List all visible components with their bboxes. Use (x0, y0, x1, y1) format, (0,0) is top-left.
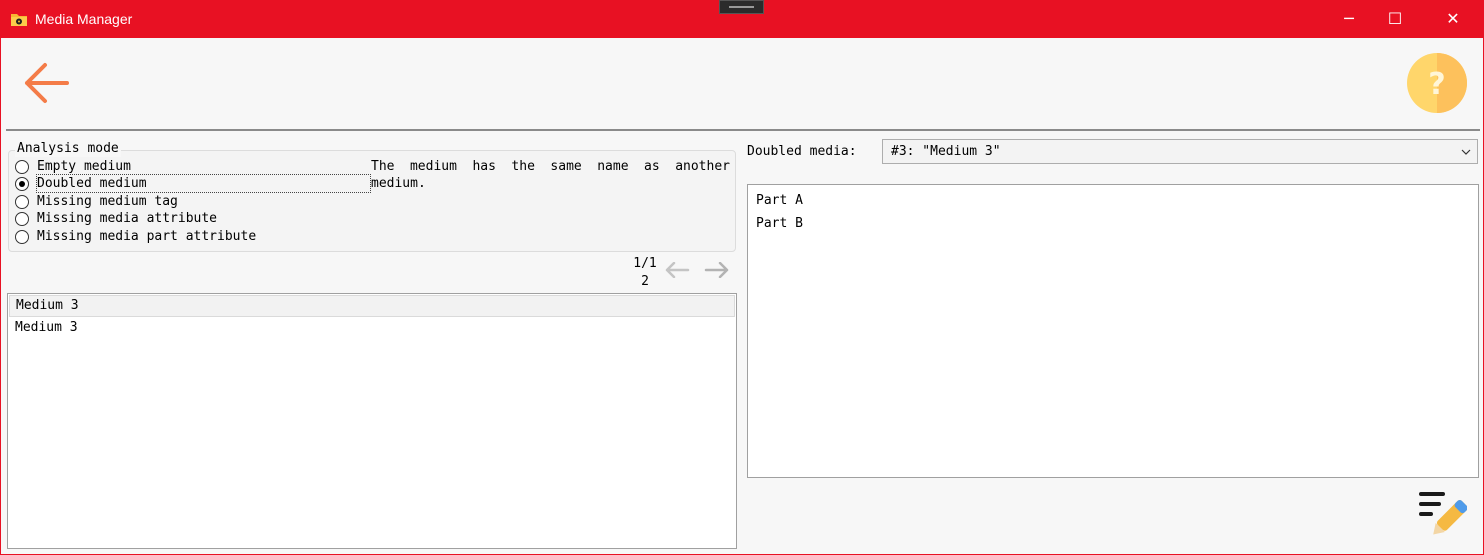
edit-notes-icon[interactable] (1417, 488, 1467, 540)
window-title: Media Manager (35, 11, 133, 27)
analysis-mode-label: Analysis mode (15, 140, 121, 157)
radio-doubled-medium[interactable]: Doubled medium (15, 174, 371, 193)
radio-label: Missing medium tag (37, 194, 178, 209)
list-item[interactable]: Medium 3 (8, 317, 736, 339)
maximize-button[interactable]: ☐ (1372, 0, 1418, 38)
mode-description: The medium has the same name as another … (371, 159, 730, 191)
radio-button[interactable] (15, 194, 29, 209)
radio-button[interactable] (15, 211, 29, 226)
drag-handle[interactable] (719, 0, 764, 14)
list-item[interactable]: Part A (748, 189, 1478, 212)
minimize-button[interactable]: ─ (1326, 0, 1372, 38)
doubled-media-value: #3: "Medium 3" (891, 144, 1001, 159)
arrow-left-icon[interactable] (21, 60, 73, 106)
doubled-media-label: Doubled media: (747, 144, 857, 159)
list-item[interactable]: Medium 3 (9, 295, 735, 317)
close-button[interactable]: ✕ (1430, 0, 1476, 38)
parts-list[interactable]: Part A Part B (747, 184, 1479, 478)
separator (6, 129, 1480, 131)
radio-empty-medium[interactable]: Empty medium (15, 158, 131, 175)
results-list[interactable]: Medium 3 Medium 3 (7, 293, 737, 549)
chevron-down-icon (1461, 149, 1471, 155)
radio-missing-media-attribute[interactable]: Missing media attribute (15, 210, 217, 227)
svg-text:?: ? (1428, 67, 1445, 102)
help-icon[interactable]: ? (1406, 52, 1468, 114)
radio-missing-media-part-attribute[interactable]: Missing media part attribute (15, 228, 256, 245)
list-item[interactable]: Part B (748, 212, 1478, 235)
main-content: ? Analysis mode Empty medium Doubled med… (1, 38, 1483, 554)
radio-button[interactable] (15, 159, 29, 174)
page-indicator: 1/1 2 (625, 255, 665, 291)
title-bar[interactable]: Media Manager ─ ☐ ✕ (0, 0, 1484, 38)
arrow-right-icon[interactable] (704, 262, 730, 278)
radio-label: Missing media attribute (37, 211, 218, 226)
page-indicator-line1: 1/1 (633, 256, 657, 271)
arrow-left-icon[interactable] (664, 262, 690, 278)
radio-label: Missing media part attribute (37, 229, 257, 244)
folder-icon (11, 14, 27, 26)
doubled-media-select[interactable]: #3: "Medium 3" (882, 139, 1478, 164)
radio-missing-medium-tag[interactable]: Missing medium tag (15, 193, 178, 210)
radio-button[interactable] (15, 176, 29, 191)
radio-label: Empty medium (37, 159, 131, 174)
radio-button[interactable] (15, 229, 29, 244)
radio-label: Doubled medium (36, 174, 371, 193)
page-indicator-line2: 2 (641, 274, 649, 289)
